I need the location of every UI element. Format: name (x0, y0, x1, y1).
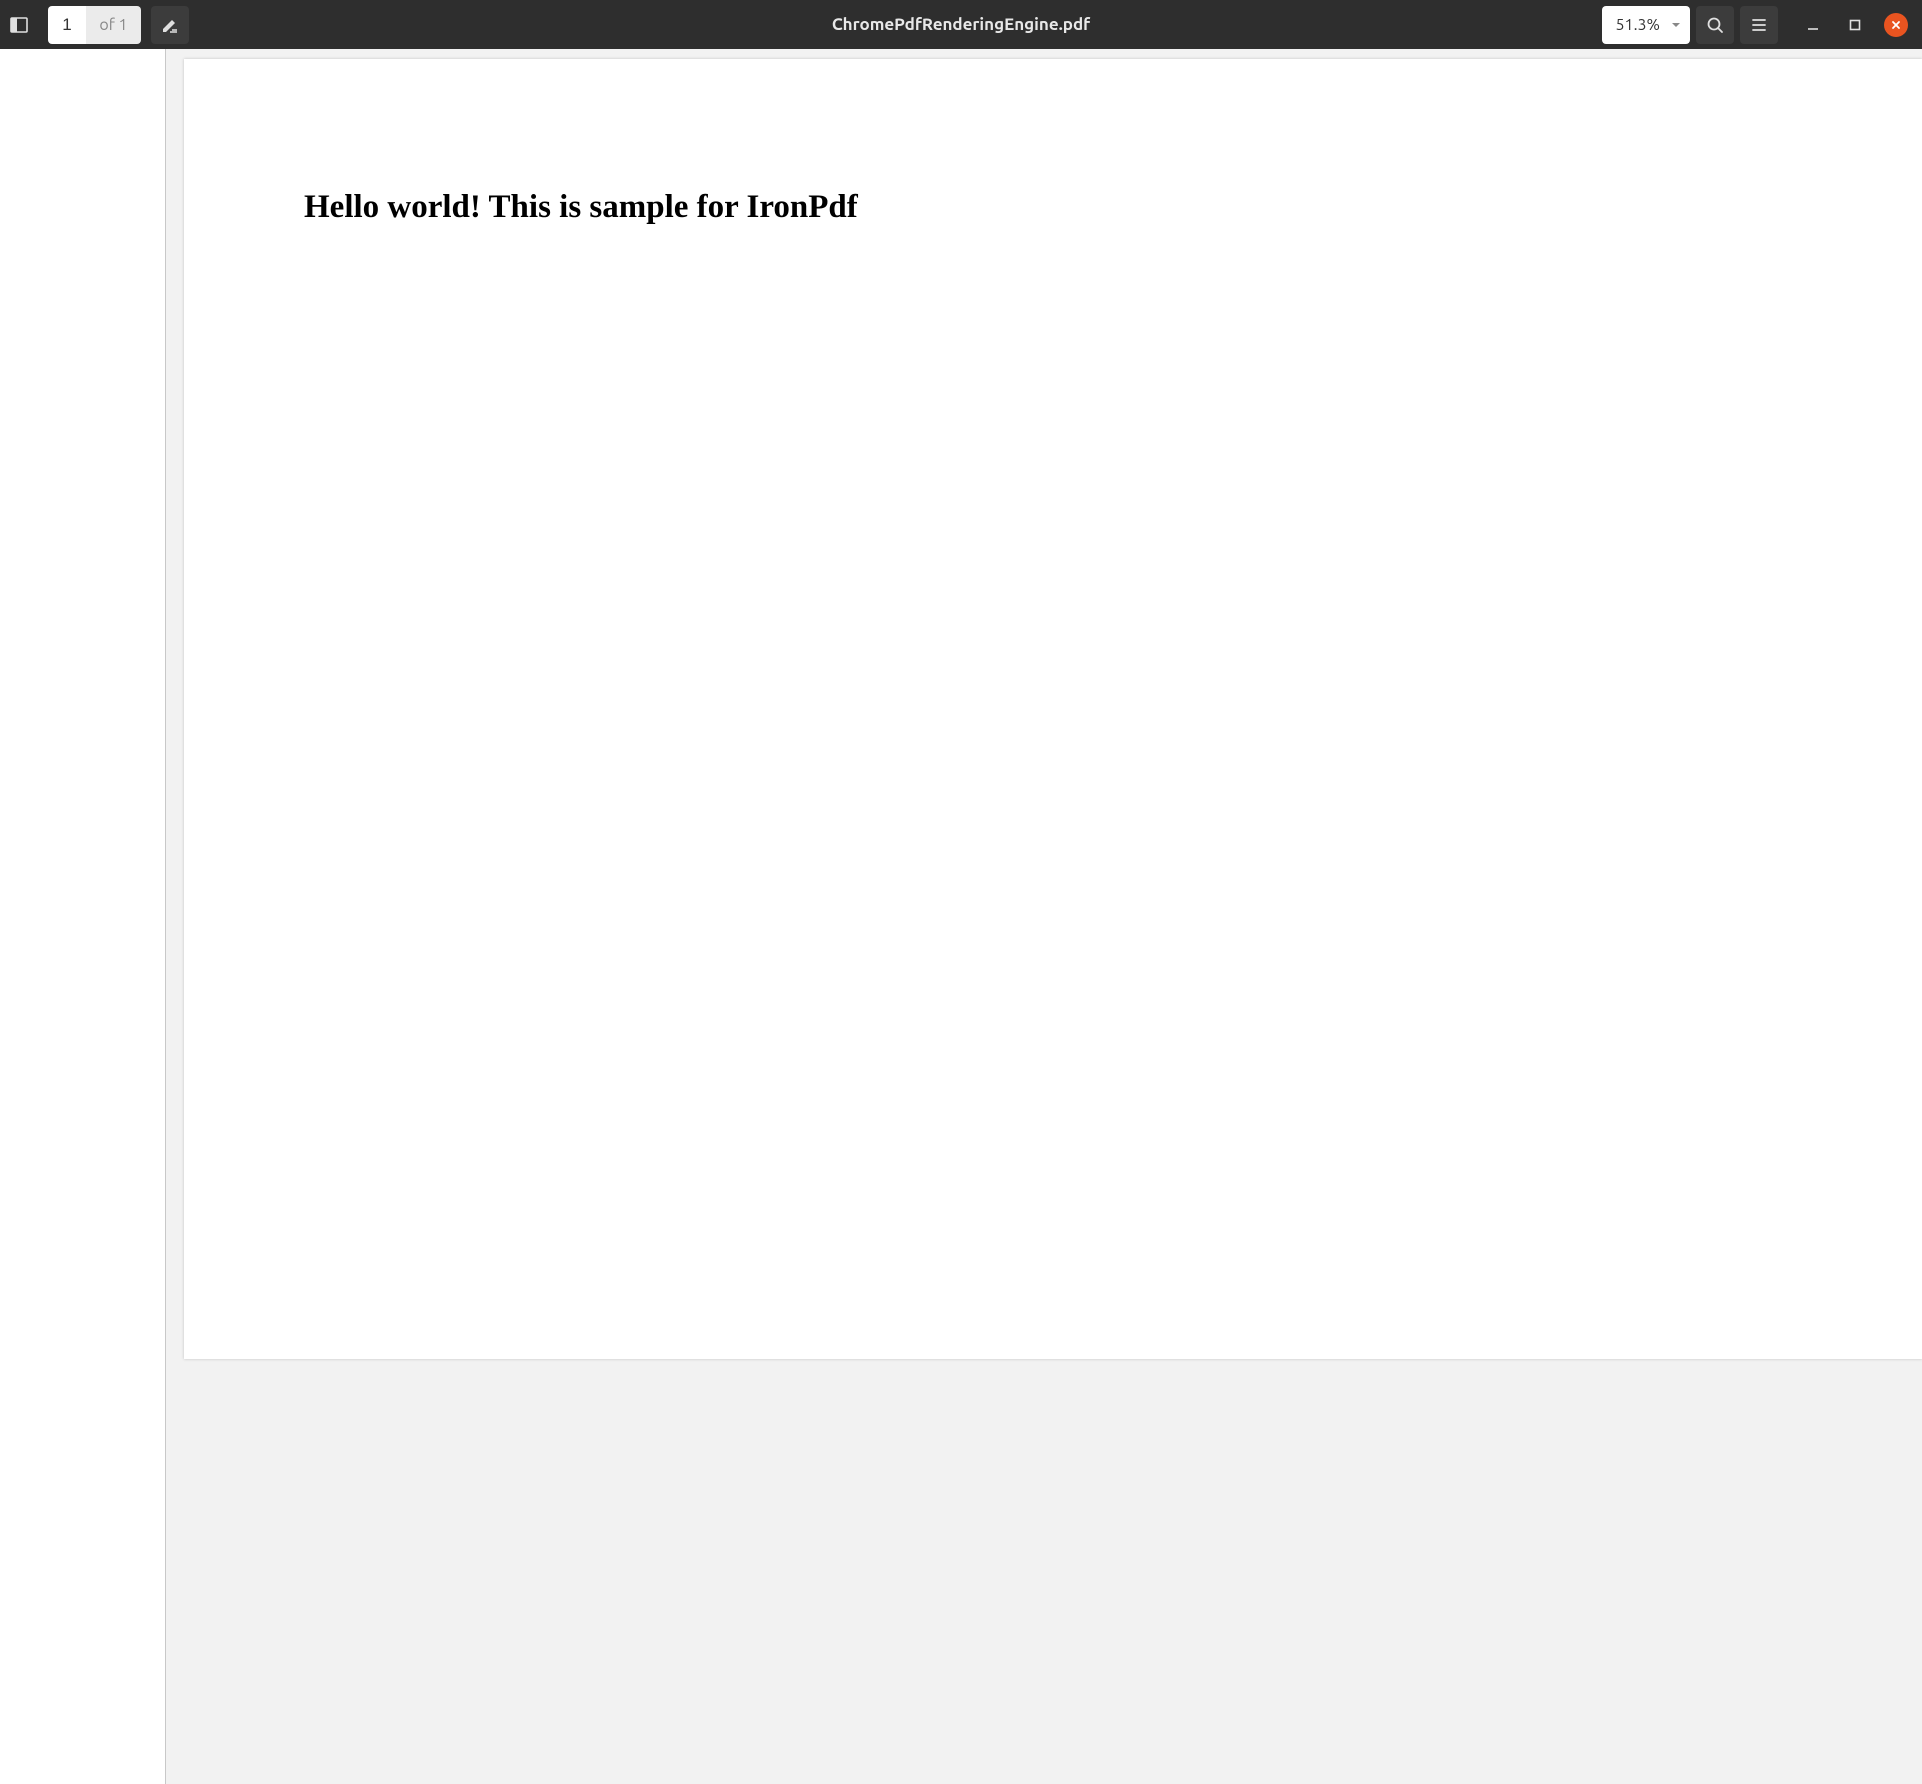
document-title: ChromePdfRenderingEngine.pdf (832, 15, 1090, 34)
toolbar-right-group: 51.3% (1602, 6, 1916, 44)
menu-button[interactable] (1740, 6, 1778, 44)
pdf-toolbar: of 1 ChromePdfRenderingEngine.pdf 51.3% (0, 0, 1922, 49)
thumbnail-panel[interactable] (0, 49, 166, 1784)
close-icon (1890, 19, 1902, 31)
close-button[interactable] (1884, 13, 1908, 37)
viewer-area: Hello world! This is sample for IronPdf (0, 49, 1922, 1784)
page-number-input[interactable] (48, 6, 86, 44)
window-controls (1792, 6, 1916, 44)
pdf-page: Hello world! This is sample for IronPdf (184, 59, 1922, 1359)
maximize-button[interactable] (1834, 6, 1876, 44)
sidebar-toggle-button[interactable] (0, 6, 38, 44)
page-navigation: of 1 (48, 6, 141, 44)
search-icon (1705, 15, 1725, 35)
chevron-down-icon (1670, 19, 1682, 31)
toolbar-left-group: of 1 (6, 6, 189, 44)
maximize-icon (1848, 18, 1862, 32)
document-heading: Hello world! This is sample for IronPdf (304, 189, 1802, 226)
hamburger-icon (1749, 15, 1769, 35)
sidebar-icon (9, 15, 29, 35)
minimize-icon (1806, 18, 1820, 32)
zoom-dropdown[interactable]: 51.3% (1602, 6, 1690, 44)
minimize-button[interactable] (1792, 6, 1834, 44)
pencil-icon (160, 15, 180, 35)
zoom-value-label: 51.3% (1616, 16, 1660, 34)
annotate-button[interactable] (151, 6, 189, 44)
page-container[interactable]: Hello world! This is sample for IronPdf (166, 49, 1922, 1784)
search-button[interactable] (1696, 6, 1734, 44)
page-total-label: of 1 (86, 6, 141, 44)
